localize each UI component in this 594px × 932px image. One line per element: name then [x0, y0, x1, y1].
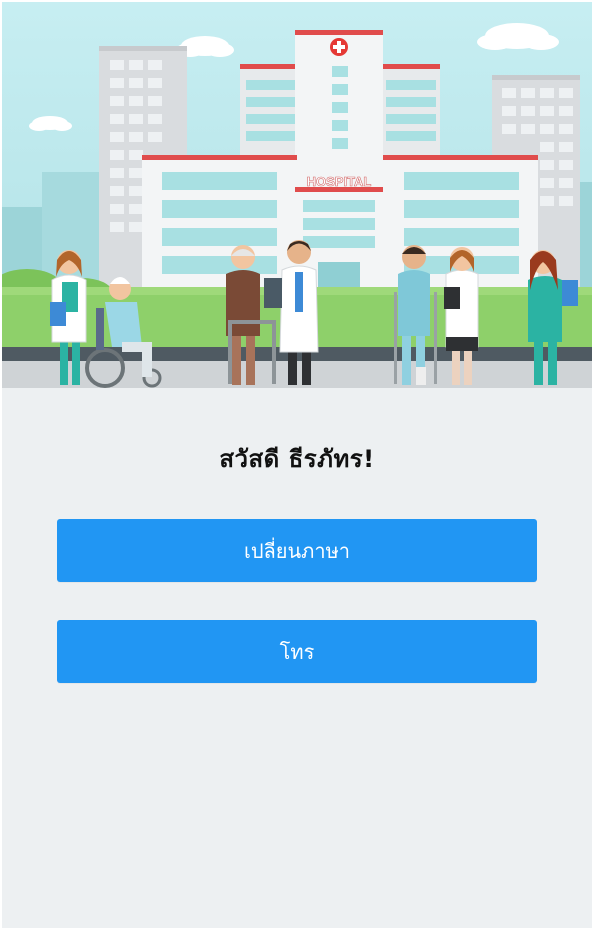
hospital-hero-illustration: HOSPITAL [2, 2, 592, 388]
greeting-text: สวัสดี ธีรภัทร! [219, 445, 375, 473]
medical-cross-icon [330, 38, 348, 56]
call-button[interactable]: โทร [57, 620, 537, 683]
hospital-scene-illustration: HOSPITAL [2, 2, 592, 388]
app-screen: HOSPITAL สวัสดี ธีรภัทร! เปลี่ยนภาษา โทร [2, 2, 592, 928]
change-language-button[interactable]: เปลี่ยนภาษา [57, 519, 537, 582]
hospital-sign: HOSPITAL [307, 174, 372, 189]
